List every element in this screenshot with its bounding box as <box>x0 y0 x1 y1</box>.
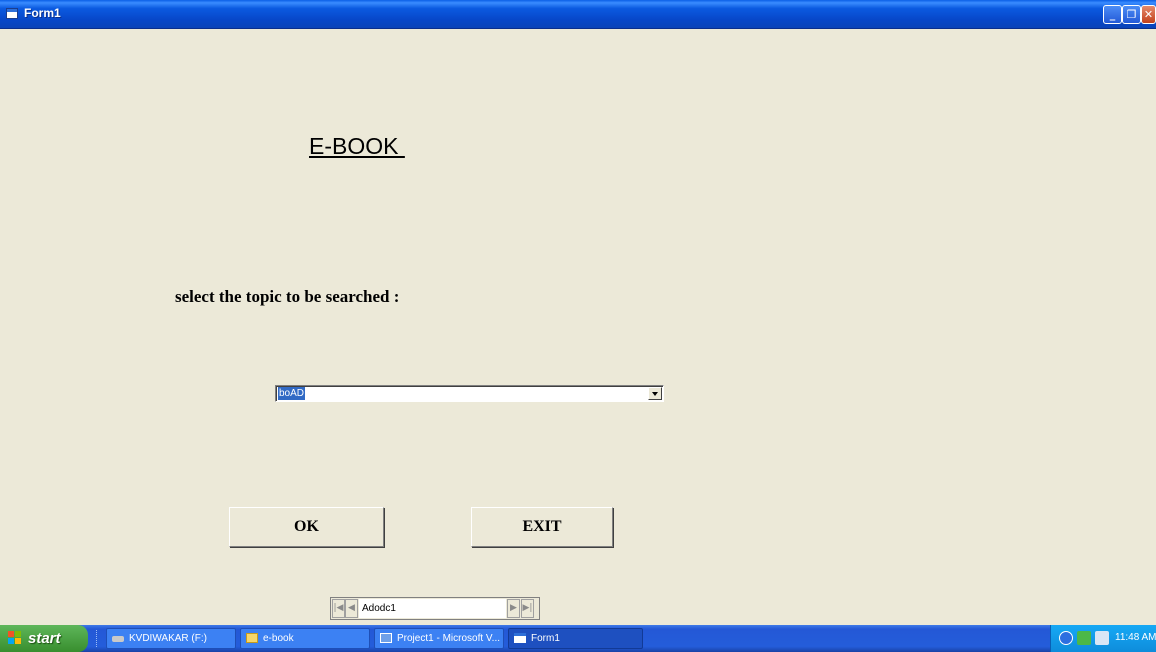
title-bar[interactable]: Form1 _ ❐ ✕ <box>0 0 1156 29</box>
window-title: Form1 <box>24 6 61 20</box>
taskbar-item-label: Project1 - Microsoft V... <box>397 633 500 644</box>
form-icon <box>514 633 526 643</box>
system-tray: 11:48 AM <box>1050 625 1156 652</box>
windows-logo-icon <box>8 631 22 645</box>
close-button[interactable]: ✕ <box>1141 5 1156 24</box>
topic-combobox[interactable]: boAD <box>275 385 664 402</box>
vb-icon <box>380 633 392 643</box>
move-first-icon[interactable]: |◀ <box>332 599 345 618</box>
adodc-navigator: |◀ ◀ Adodc1 ▶ ▶| <box>330 597 540 620</box>
ok-button[interactable]: OK <box>229 507 384 547</box>
topic-prompt-label: select the topic to be searched : <box>175 287 400 306</box>
move-next-icon[interactable]: ▶ <box>507 599 520 618</box>
dropdown-arrow-icon[interactable] <box>648 387 662 400</box>
taskbar-item-label: Form1 <box>531 633 560 644</box>
volume-icon[interactable] <box>1095 631 1109 645</box>
taskbar-grip[interactable] <box>96 630 100 647</box>
taskbar-item-label: e-book <box>263 633 294 644</box>
start-button[interactable]: start <box>0 625 88 652</box>
restore-button[interactable]: ❐ <box>1122 5 1141 24</box>
taskbar: start KVDIWAKAR (F:) e-book Project1 - M… <box>0 625 1156 652</box>
back-arrow-icon[interactable] <box>1059 631 1073 645</box>
topic-selected-value[interactable]: boAD <box>278 387 306 400</box>
taskbar-item-drive[interactable]: KVDIWAKAR (F:) <box>106 628 236 649</box>
taskbar-item-label: KVDIWAKAR (F:) <box>129 633 207 644</box>
drive-icon <box>112 636 124 642</box>
minimize-button[interactable]: _ <box>1103 5 1122 24</box>
taskbar-item-project1[interactable]: Project1 - Microsoft V... <box>374 628 504 649</box>
taskbar-item-form1[interactable]: Form1 <box>508 628 643 649</box>
folder-icon <box>246 633 258 643</box>
page-title: E-BOOK <box>309 133 405 159</box>
network-icon[interactable] <box>1077 631 1091 645</box>
start-label: start <box>28 630 61 647</box>
move-previous-icon[interactable]: ◀ <box>345 599 358 618</box>
clock[interactable]: 11:48 AM <box>1115 632 1156 643</box>
form-icon <box>6 8 18 19</box>
move-last-icon[interactable]: ▶| <box>521 599 534 618</box>
adodc-caption: Adodc1 <box>359 599 506 618</box>
exit-button[interactable]: EXIT <box>471 507 613 547</box>
taskbar-item-ebook-folder[interactable]: e-book <box>240 628 370 649</box>
